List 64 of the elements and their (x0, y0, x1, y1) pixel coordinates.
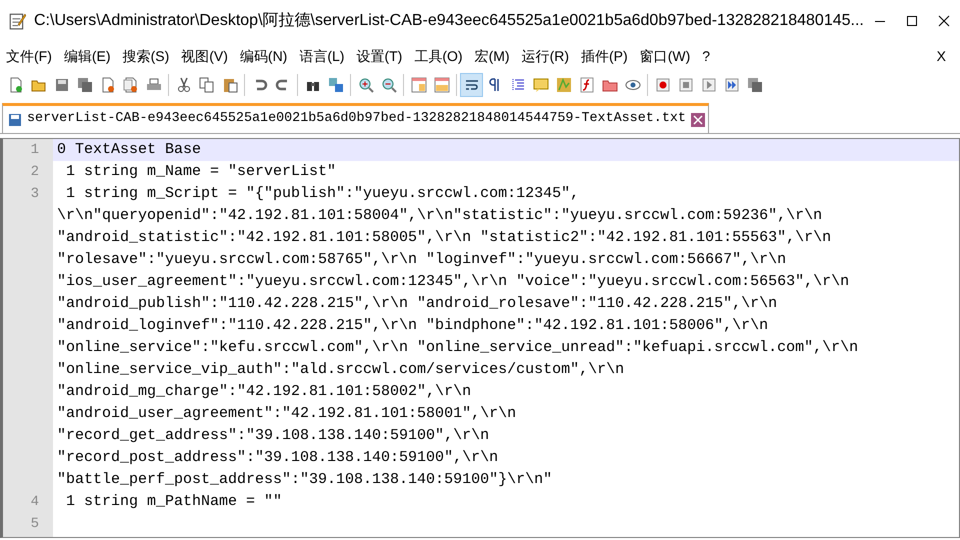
window-icon (434, 77, 450, 93)
line-number: 3 (30, 186, 39, 202)
code-line: 1 string m_Name = "serverList" (65, 163, 336, 180)
menu-item[interactable]: 工具(O) (408, 44, 469, 68)
close-document-button[interactable]: X (930, 44, 952, 68)
close-icon (936, 13, 952, 29)
eye-icon (624, 77, 640, 93)
code-line: "android_loginvef":"110.42.228.215",\r\n "bindphone":"42.192.81.101:58006",\r\n (57, 317, 768, 334)
code-line: 0 TextAsset Base (57, 141, 202, 158)
menu-item[interactable]: 窗口(W) (634, 44, 696, 68)
menu-item[interactable]: 视图(V) (175, 44, 234, 68)
window-icon (410, 77, 426, 93)
code-line: "android_statistic":"42.192.81.101:58005",\r\n "statistic2":"42.192.81.101:55563",\r\n (57, 229, 832, 246)
fast-forward-icon (724, 77, 740, 93)
code-line: "ios_user_agreement":"yueyu.srccwl.com:12345",\r\n "voice":"yueyu.srccwl.com:56563",\r\n (57, 273, 850, 290)
play-icon (700, 77, 716, 93)
menu-item[interactable]: 设置(T) (350, 44, 408, 68)
line-number: 4 (30, 494, 39, 510)
notepad-icon (8, 12, 26, 30)
scissors-icon (176, 77, 192, 93)
close-file-icon (100, 77, 116, 93)
menu-item[interactable]: 运行(R) (516, 44, 576, 68)
window-title: C:\Users\Administrator\Desktop\阿拉德\serverList-CAB-e943eec645525a1e0021b5a6d0b97bed-132828218480145... (34, 11, 864, 31)
menu-item[interactable]: 搜索(S) (116, 44, 176, 68)
save-icon (54, 77, 70, 93)
record-icon (654, 77, 670, 93)
paste-icon (222, 77, 238, 93)
menu-item[interactable]: 语言(L) (293, 44, 350, 68)
code-line: "battle_perf_post_address":"39.108.138.140:59100"}\r\n" (57, 471, 552, 488)
comment-icon (532, 77, 548, 93)
minimize-icon (874, 20, 885, 22)
zoom-out-icon (380, 77, 396, 93)
close-all-icon (122, 77, 138, 93)
menu-item[interactable]: ? (696, 44, 716, 68)
code-line: "record_get_address":"39.108.138.140:59100",\r\n (57, 427, 490, 444)
line-number: 2 (30, 164, 39, 180)
code-line: "android_publish":"110.42.228.215",\r\n "android_rolesave":"110.42.228.215",\r\n (57, 295, 778, 312)
menu-item[interactable]: 文件(F) (0, 44, 58, 68)
printer-icon (146, 77, 162, 93)
menu-item[interactable]: 宏(M) (468, 44, 516, 68)
floppy-icon (7, 112, 23, 128)
stop-icon (678, 77, 694, 93)
code-line: "android_mg_charge":"42.192.81.101:58002",\r\n (57, 383, 472, 400)
menu-item[interactable]: 编辑(E) (58, 44, 117, 68)
new-file-icon (8, 77, 24, 93)
word-wrap-button[interactable] (460, 73, 483, 97)
code-line: 1 string m_Script = "{"publish":"yueyu.srccwl.com:12345", (65, 185, 580, 202)
code-line: 1 string m_PathName = "" (65, 493, 282, 510)
indent-guide-icon (510, 77, 526, 93)
line-number: 5 (30, 516, 39, 532)
close-icon (690, 112, 706, 128)
code-line: "android_user_agreement":"42.192.81.101:58001",\r\n (57, 405, 516, 422)
code-line: \r\n"queryopenid":"42.192.81.101:58004",\r\n"statistic":"yueyu.srccwl.com:59236",\r\n (57, 207, 822, 224)
code-line: "online_service_vip_auth":"ald.srccwl.com/services/custom",\r\n (57, 361, 624, 378)
menu-item[interactable]: 插件(P) (575, 44, 634, 68)
function-icon (578, 77, 594, 93)
line-number: 1 (30, 142, 39, 158)
copy-icon (198, 77, 214, 93)
code-line: "record_post_address":"39.108.138.140:59100",\r\n (57, 449, 498, 466)
code-line: "rolesave":"yueyu.srccwl.com:58765",\r\n "loginvef":"yueyu.srccwl.com:56667",\r\n (57, 251, 786, 268)
code-line: "online_service":"kefu.srccwl.com",\r\n "online_service_unread":"kefuapi.srccwl.com",\r\n (57, 339, 858, 356)
zoom-in-icon (358, 77, 374, 93)
menu-item[interactable]: 编码(N) (234, 44, 294, 68)
file-tab[interactable]: serverList-CAB-e943eec645525a1e0021b5a6d0b97bed-13282821848014544759-TextAsset.txt (2, 103, 709, 133)
